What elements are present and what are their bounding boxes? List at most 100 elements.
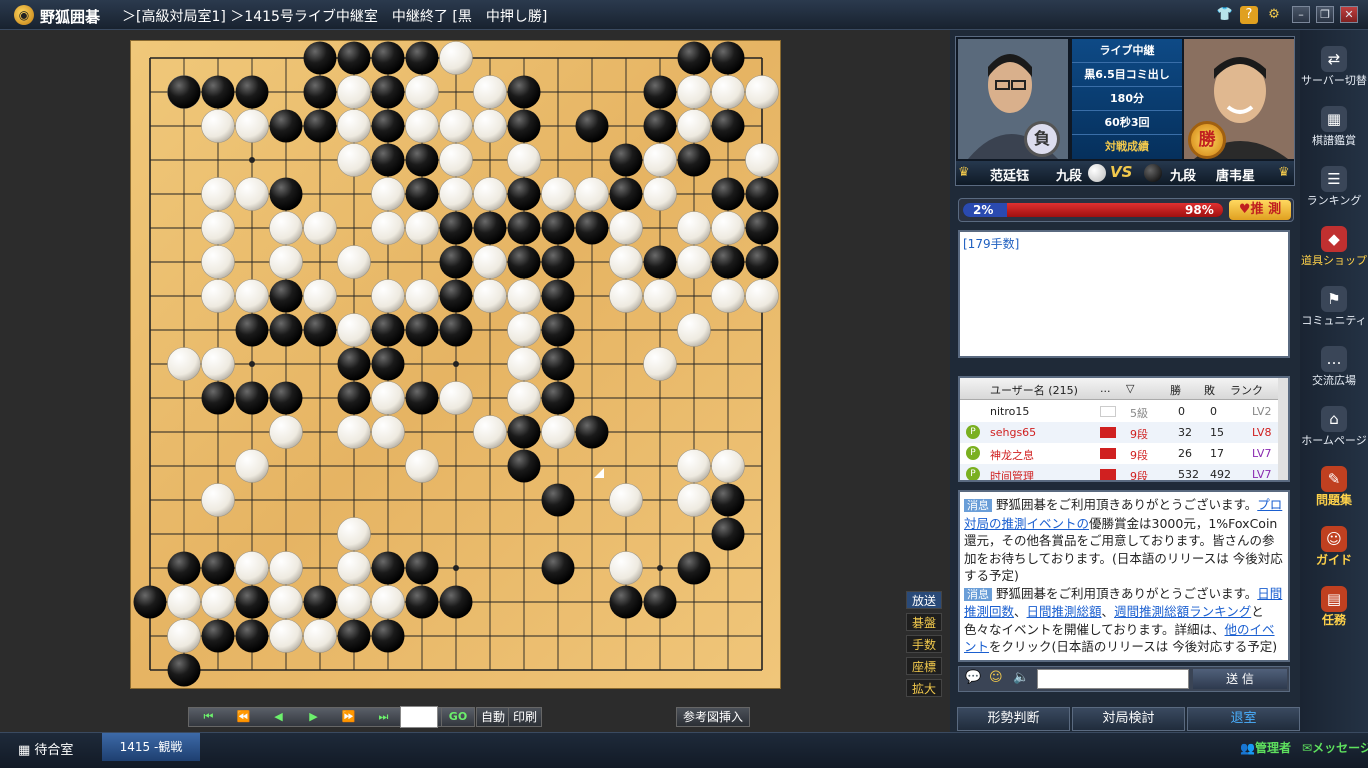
black-stone[interactable] [507, 245, 541, 279]
white-stone[interactable] [235, 449, 269, 483]
sidebar-item-problem[interactable]: ✎ 問題集 [1300, 466, 1368, 507]
black-stone[interactable] [371, 619, 405, 653]
black-stone[interactable] [609, 177, 643, 211]
black-stone[interactable] [201, 619, 235, 653]
black-stone[interactable] [439, 279, 473, 313]
black-stone[interactable] [371, 109, 405, 143]
white-stone[interactable] [677, 245, 711, 279]
move-number-input[interactable] [400, 706, 438, 728]
user-list[interactable]: ユーザー名 (215) ... ▽ 勝 敗 ランク nitro15 5級 0 0 LV2… [958, 376, 1290, 482]
black-stone[interactable] [643, 109, 677, 143]
white-stone[interactable] [643, 279, 677, 313]
black-stone[interactable] [439, 585, 473, 619]
black-stone[interactable] [541, 347, 575, 381]
black-stone[interactable] [235, 75, 269, 109]
sidebar-item-chat[interactable]: … 交流広場 [1300, 346, 1368, 387]
black-stone[interactable] [677, 143, 711, 177]
user-list-scrollbar[interactable] [1278, 378, 1288, 480]
white-stone[interactable] [337, 551, 371, 585]
daily-predict-total-link[interactable]: 日間推測総額 [1027, 604, 1102, 619]
white-stone[interactable] [507, 347, 541, 381]
black-stone[interactable] [405, 41, 439, 75]
print-button[interactable]: 印刷 [508, 707, 543, 727]
black-stone[interactable] [439, 211, 473, 245]
header-username[interactable]: ユーザー名 (215) [990, 382, 1078, 398]
white-stone[interactable] [201, 483, 235, 517]
help-icon[interactable]: ? [1240, 6, 1258, 24]
black-stone[interactable] [201, 75, 235, 109]
black-stone[interactable] [643, 585, 677, 619]
white-stone[interactable] [201, 109, 235, 143]
last-move-button[interactable]: ⏭ [366, 708, 401, 726]
message-link[interactable]: ✉メッセージ [1302, 739, 1368, 756]
white-stone[interactable] [371, 585, 405, 619]
black-stone[interactable] [337, 347, 371, 381]
black-stone[interactable] [541, 279, 575, 313]
white-stone[interactable] [167, 585, 201, 619]
black-stone[interactable] [269, 109, 303, 143]
white-stone[interactable] [473, 415, 507, 449]
black-stone[interactable] [371, 551, 405, 585]
black-stone[interactable] [711, 109, 745, 143]
white-stone[interactable] [337, 245, 371, 279]
white-stone[interactable] [235, 551, 269, 585]
black-stone[interactable] [337, 41, 371, 75]
insert-reference-button[interactable]: 参考図挿入 [676, 707, 750, 727]
black-stone[interactable] [235, 381, 269, 415]
white-stone[interactable] [371, 279, 405, 313]
white-stone[interactable] [473, 177, 507, 211]
white-stone[interactable] [405, 449, 439, 483]
go-board[interactable] [130, 40, 781, 689]
white-stone[interactable] [201, 211, 235, 245]
black-stone[interactable] [507, 109, 541, 143]
black-stone[interactable] [371, 347, 405, 381]
black-stone[interactable] [711, 41, 745, 75]
black-stone[interactable] [337, 381, 371, 415]
white-stone[interactable] [269, 551, 303, 585]
white-stone[interactable] [677, 211, 711, 245]
black-stone[interactable] [371, 313, 405, 347]
black-stone[interactable] [575, 211, 609, 245]
black-stone[interactable] [711, 483, 745, 517]
white-stone[interactable] [507, 313, 541, 347]
black-stone[interactable] [439, 245, 473, 279]
white-stone[interactable] [303, 211, 337, 245]
black-stone[interactable] [541, 381, 575, 415]
white-stone[interactable] [337, 585, 371, 619]
black-stone[interactable] [643, 75, 677, 109]
white-stone[interactable] [269, 415, 303, 449]
user-row[interactable]: P 神龙之息 9段 26 17 LV7 [960, 443, 1280, 464]
user-row[interactable]: nitro15 5級 0 0 LV2 [960, 401, 1280, 422]
white-stone[interactable] [473, 245, 507, 279]
sidebar-item-ranking[interactable]: ☰ ランキング [1300, 166, 1368, 207]
white-stone[interactable] [201, 245, 235, 279]
white-stone[interactable] [269, 585, 303, 619]
back-one-button[interactable]: ◀ [261, 708, 296, 726]
black-stone[interactable] [507, 211, 541, 245]
white-stone[interactable] [405, 279, 439, 313]
white-stone[interactable] [303, 279, 337, 313]
black-stone[interactable] [575, 415, 609, 449]
black-stone[interactable] [677, 41, 711, 75]
white-stone[interactable] [371, 381, 405, 415]
white-stone[interactable] [405, 75, 439, 109]
black-stone[interactable] [269, 381, 303, 415]
black-stone[interactable] [405, 313, 439, 347]
white-stone[interactable] [473, 279, 507, 313]
black-stone[interactable] [405, 177, 439, 211]
black-stone[interactable] [507, 449, 541, 483]
white-stone[interactable] [439, 381, 473, 415]
game-review-button[interactable]: 対局検討 [1072, 707, 1185, 731]
black-stone[interactable] [303, 109, 337, 143]
white-stone[interactable] [609, 279, 643, 313]
black-stone[interactable] [269, 313, 303, 347]
user-row[interactable]: Psehgs65 9段 32 15 LV8 [960, 422, 1280, 443]
white-stone[interactable] [711, 211, 745, 245]
white-stone[interactable] [711, 449, 745, 483]
black-stone[interactable] [133, 585, 167, 619]
white-stone[interactable] [745, 279, 779, 313]
forward-one-button[interactable]: ▶ [296, 708, 331, 726]
white-stone[interactable] [473, 75, 507, 109]
white-stone[interactable] [269, 245, 303, 279]
forward-many-button[interactable]: ⏩ [331, 708, 366, 726]
